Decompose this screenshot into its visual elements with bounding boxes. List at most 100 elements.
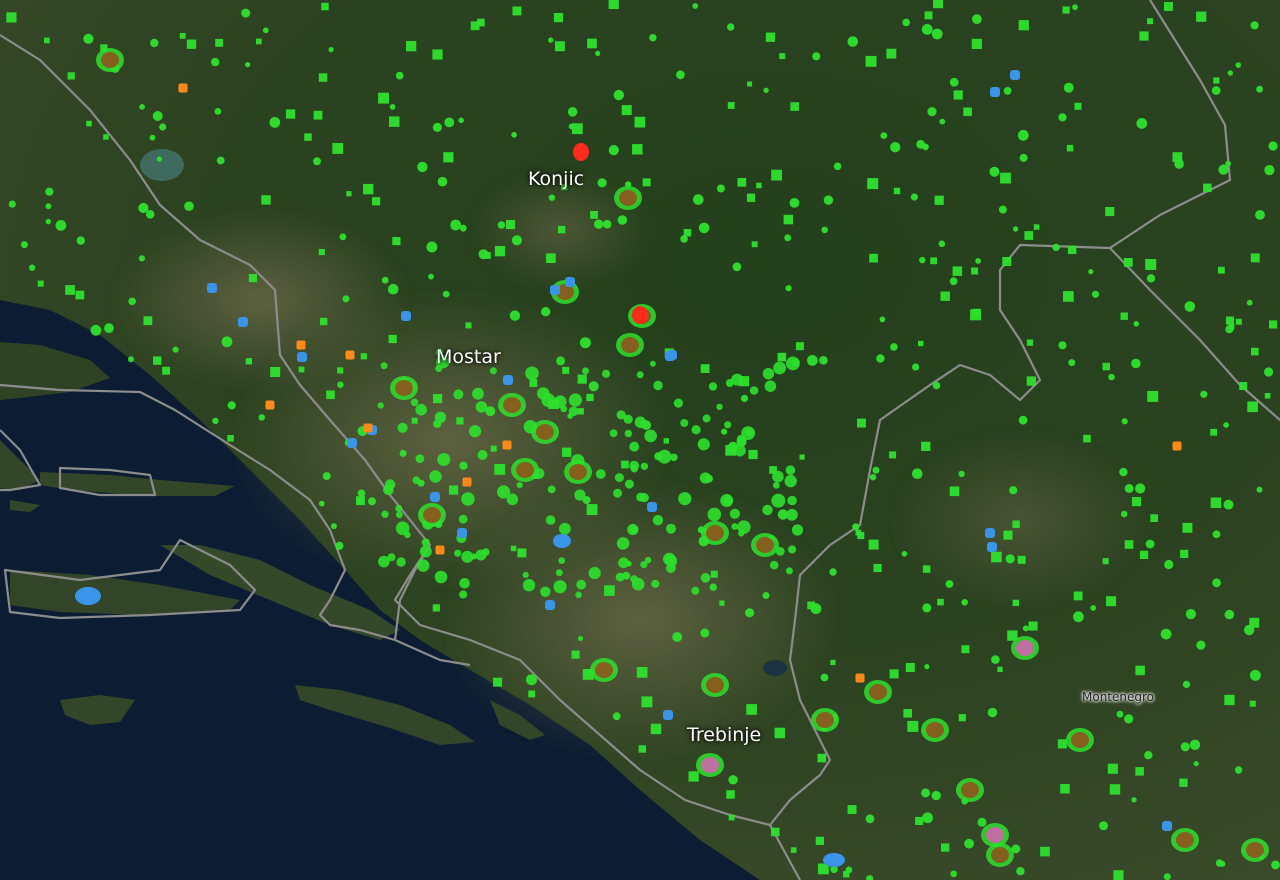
detection-marker-green[interactable] [1219, 860, 1226, 867]
detection-marker-green[interactable] [912, 468, 923, 480]
detection-marker-green[interactable] [700, 628, 710, 638]
detection-marker-green[interactable] [700, 364, 710, 373]
detection-marker-green[interactable] [443, 152, 454, 163]
detection-marker-green[interactable] [1005, 554, 1015, 564]
detection-marker-green[interactable] [67, 72, 75, 80]
detection-marker-orange[interactable] [265, 400, 275, 410]
detection-marker-green[interactable] [672, 632, 683, 642]
detection-marker-green[interactable] [537, 387, 550, 400]
detection-marker-green[interactable] [512, 6, 522, 16]
detection-marker-green[interactable] [392, 237, 401, 246]
detection-marker-green[interactable] [313, 110, 323, 120]
detection-marker-green[interactable] [1180, 742, 1190, 752]
detection-marker-green[interactable] [751, 241, 758, 248]
detection-marker-orange[interactable] [178, 83, 188, 93]
detection-marker-green[interactable] [624, 429, 632, 438]
detection-marker-green[interactable] [456, 417, 464, 425]
hotspot-marker[interactable] [816, 712, 834, 728]
detection-marker-green[interactable] [707, 507, 722, 522]
detection-marker-green[interactable] [506, 220, 516, 230]
detection-marker-green[interactable] [820, 673, 829, 682]
detection-marker-green[interactable] [1063, 291, 1074, 302]
detection-marker-blue[interactable] [550, 285, 560, 295]
detection-marker-green[interactable] [1017, 129, 1029, 141]
detection-marker-green[interactable] [433, 394, 443, 404]
detection-marker-green[interactable] [702, 414, 711, 423]
detection-marker-green[interactable] [640, 561, 648, 569]
detection-marker-green[interactable] [1212, 578, 1221, 588]
detection-marker-green[interactable] [616, 537, 630, 550]
detection-marker-green[interactable] [1109, 784, 1121, 795]
detection-marker-green[interactable] [872, 466, 880, 474]
detection-marker-green[interactable] [738, 530, 745, 537]
hotspot-marker[interactable] [101, 52, 119, 68]
detection-marker-green[interactable] [866, 875, 874, 880]
detection-marker-green[interactable] [830, 659, 836, 666]
detection-marker-orange[interactable] [462, 477, 472, 487]
detection-marker-green[interactable] [595, 469, 606, 479]
detection-marker-green[interactable] [321, 2, 329, 11]
detection-marker-green[interactable] [762, 504, 773, 516]
detection-marker-green[interactable] [384, 479, 396, 490]
detection-marker-green[interactable] [1249, 700, 1256, 707]
detection-marker-green[interactable] [905, 663, 915, 672]
detection-marker-green[interactable] [762, 368, 775, 380]
detection-marker-green[interactable] [509, 310, 521, 321]
detection-marker-green[interactable] [1131, 497, 1142, 507]
detection-marker-green[interactable] [76, 236, 86, 245]
detection-marker-green[interactable] [791, 524, 804, 536]
detection-marker-green[interactable] [915, 816, 924, 825]
detection-marker-green[interactable] [103, 134, 109, 140]
hotspot-marker[interactable] [706, 525, 724, 541]
detection-marker-green[interactable] [395, 71, 404, 80]
detection-marker-green[interactable] [179, 33, 186, 39]
detection-marker-green[interactable] [1136, 118, 1148, 129]
detection-marker-green[interactable] [104, 323, 114, 333]
detection-marker-green[interactable] [636, 667, 648, 678]
detection-marker-green[interactable] [912, 363, 920, 371]
detection-marker-green[interactable] [734, 444, 746, 457]
detection-marker-green[interactable] [437, 453, 451, 466]
detection-marker-green[interactable] [949, 77, 959, 87]
detection-marker-green[interactable] [516, 482, 523, 489]
detection-marker-green[interactable] [1058, 341, 1067, 350]
detection-marker-green[interactable] [1160, 628, 1172, 640]
detection-marker-green[interactable] [582, 367, 589, 375]
detection-marker-green[interactable] [807, 355, 818, 366]
detection-marker-green[interactable] [693, 194, 704, 205]
detection-marker-green[interactable] [747, 81, 753, 87]
detection-marker-green[interactable] [426, 241, 438, 253]
detection-marker-green[interactable] [1063, 82, 1074, 93]
hotspot-marker[interactable] [621, 337, 639, 353]
detection-marker-green[interactable] [597, 178, 607, 188]
detection-marker-green[interactable] [1179, 778, 1188, 787]
detection-marker-blue[interactable] [985, 528, 995, 538]
detection-marker-green[interactable] [356, 496, 365, 506]
detection-marker-green[interactable] [1224, 694, 1235, 706]
detection-marker-blue[interactable] [1010, 70, 1020, 80]
detection-marker-green[interactable] [1033, 224, 1040, 230]
detection-marker-green[interactable] [558, 557, 566, 564]
detection-marker-green[interactable] [326, 390, 335, 400]
detection-marker-green[interactable] [396, 557, 406, 567]
detection-marker-green[interactable] [150, 38, 159, 48]
detection-marker-green[interactable] [227, 401, 236, 410]
detection-marker-green[interactable] [716, 403, 723, 410]
detection-marker-green[interactable] [1016, 867, 1025, 876]
detection-marker-green[interactable] [555, 569, 563, 577]
detection-marker-green[interactable] [799, 454, 805, 460]
detection-marker-green[interactable] [649, 360, 656, 367]
detection-marker-green[interactable] [461, 492, 475, 506]
hotspot-marker[interactable] [569, 464, 587, 480]
detection-marker-green[interactable] [406, 41, 417, 52]
detection-marker-green[interactable] [876, 354, 885, 363]
detection-marker-green[interactable] [482, 548, 490, 556]
detection-marker-green[interactable] [579, 337, 591, 349]
detection-marker-green[interactable] [958, 470, 965, 478]
detection-marker-green[interactable] [1227, 70, 1234, 76]
detection-marker-green[interactable] [332, 143, 344, 154]
detection-marker-green[interactable] [389, 104, 396, 110]
detection-marker-green[interactable] [1139, 31, 1149, 41]
detection-marker-green[interactable] [1164, 559, 1174, 570]
detection-marker-green[interactable] [128, 356, 134, 363]
